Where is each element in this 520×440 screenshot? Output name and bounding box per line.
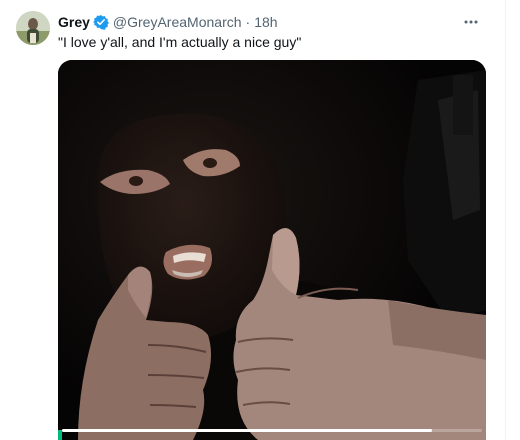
avatar[interactable] xyxy=(16,11,50,45)
header-separator: · xyxy=(245,14,251,30)
tweet-timestamp[interactable]: 18h xyxy=(254,14,277,30)
video-progress-track[interactable] xyxy=(62,429,482,432)
video-progress-marker xyxy=(58,430,62,440)
video-player[interactable] xyxy=(58,60,486,440)
tweet[interactable]: Grey @GreyAreaMonarch · 18h "I love y'al… xyxy=(0,0,505,440)
video-frame xyxy=(58,60,486,440)
tweet-text: "I love y'all, and I'm actually a nice g… xyxy=(58,34,302,50)
video-progress-fill xyxy=(62,429,432,432)
author-name[interactable]: Grey xyxy=(58,14,90,30)
timeline-right-border xyxy=(505,0,506,440)
tweet-header: Grey @GreyAreaMonarch · 18h xyxy=(58,12,278,32)
more-options-icon[interactable] xyxy=(461,12,481,32)
author-handle[interactable]: @GreyAreaMonarch xyxy=(113,14,242,30)
verified-badge-icon xyxy=(92,14,109,30)
